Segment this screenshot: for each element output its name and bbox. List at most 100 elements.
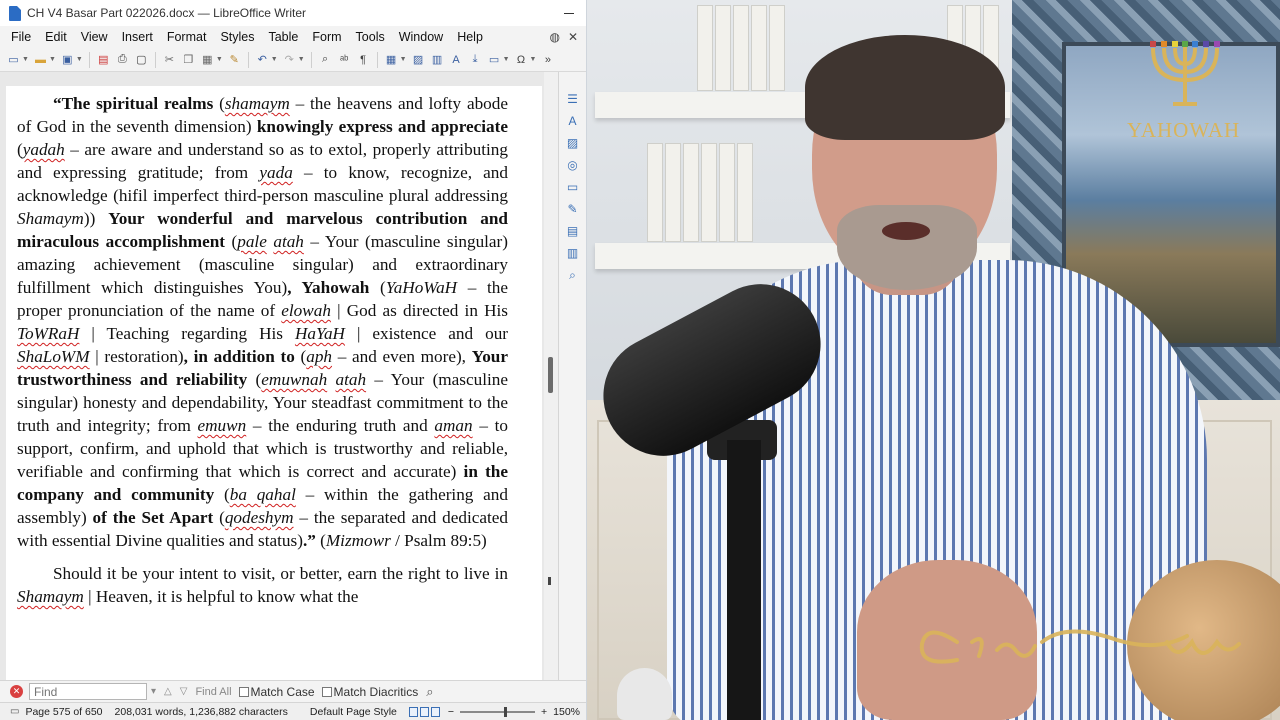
find-sidebar-icon[interactable]: ⌕ (565, 268, 580, 282)
find-replace-icon[interactable]: ⌕ (318, 52, 333, 67)
globe-icon[interactable]: ◍ (549, 30, 559, 44)
bold-phrase: “The spiritual realms (53, 94, 214, 113)
menu-help[interactable]: Help (450, 30, 490, 44)
chevron-down-icon[interactable]: ▼ (530, 56, 537, 63)
spelling-icon[interactable]: ᵃᵇ (337, 52, 352, 67)
document-page[interactable]: “The spiritual realms (shamaym – the hea… (6, 86, 542, 680)
page-style[interactable]: Default Page Style (304, 706, 403, 718)
close-icon[interactable]: ✕ (10, 685, 23, 698)
zoom-out-icon[interactable]: − (448, 706, 454, 718)
menu-file[interactable]: File (4, 30, 38, 44)
zoom-slider-knob[interactable] (504, 706, 508, 717)
vertical-scrollbar[interactable] (544, 72, 558, 680)
minimize-icon[interactable] (564, 12, 574, 14)
mic-stand (727, 440, 761, 720)
undo-icon[interactable]: ↶ (255, 52, 270, 67)
new-document-icon[interactable]: ▭ (6, 52, 21, 67)
menu-form[interactable]: Form (305, 30, 348, 44)
toolbar-separator (310, 51, 312, 68)
paragraph-psalm-quote[interactable]: “The spiritual realms (shamaym – the hea… (17, 92, 508, 552)
clone-formatting-icon[interactable]: ✎ (227, 52, 242, 67)
page-icon[interactable]: ▭ (565, 180, 580, 194)
match-diacritics-checkbox[interactable] (321, 686, 332, 697)
computer-mouse (617, 668, 672, 720)
toolbar-separator (88, 51, 90, 68)
multi-page-icon[interactable] (419, 706, 429, 717)
page-number[interactable]: Page 575 of 650 (19, 706, 108, 718)
view-layout-buttons[interactable] (408, 706, 440, 717)
book-box (733, 5, 749, 91)
find-next-icon[interactable]: ▽ (180, 686, 188, 697)
navigator-icon[interactable]: ◎ (565, 158, 580, 172)
menu-edit[interactable]: Edit (38, 30, 74, 44)
menu-view[interactable]: View (74, 30, 115, 44)
zoom-slider[interactable] (460, 706, 535, 717)
scrollbar-thumb[interactable] (548, 357, 553, 393)
book-view-icon[interactable] (430, 706, 440, 717)
redo-icon[interactable]: ↷ (282, 52, 297, 67)
paste-icon[interactable]: ▦ (200, 52, 215, 67)
match-case-checkbox[interactable] (238, 686, 249, 697)
chevron-down-icon[interactable]: ▼ (503, 56, 510, 63)
print-icon[interactable]: ⎙ (115, 52, 130, 67)
text-run: ( (224, 232, 238, 251)
document-text[interactable]: “The spiritual realms (shamaym – the hea… (17, 92, 508, 608)
zoom-level[interactable]: 150% (547, 706, 586, 718)
book-box (647, 143, 663, 242)
menu-window[interactable]: Window (392, 30, 450, 44)
formatting-marks-icon[interactable]: ¶ (356, 52, 371, 67)
chevron-down-icon[interactable]: ▼ (298, 56, 305, 63)
style-inspector-icon[interactable]: ✎ (565, 202, 580, 216)
chevron-down-icon[interactable]: ▼ (22, 56, 29, 63)
chevron-down-icon[interactable]: ▼ (216, 56, 223, 63)
chevron-down-icon[interactable]: ▼ (49, 56, 56, 63)
single-page-icon[interactable] (408, 706, 418, 717)
menu-format[interactable]: Format (160, 30, 214, 44)
insert-table-icon[interactable]: ▦ (384, 52, 399, 67)
page-break-icon[interactable]: ⤓ (468, 52, 483, 67)
document-canvas: “The spiritual realms (shamaym – the hea… (0, 72, 558, 680)
chevron-down-icon[interactable]: ▾ (151, 686, 156, 697)
copy-icon[interactable]: ❐ (181, 52, 196, 67)
save-icon[interactable]: ▣ (60, 52, 75, 67)
chevron-down-icon[interactable]: ▼ (76, 56, 83, 63)
book-box (719, 143, 735, 242)
word-count[interactable]: 208,031 words, 1,236,882 characters (109, 706, 294, 718)
menu-styles[interactable]: Styles (213, 30, 261, 44)
insert-textbox-icon[interactable]: A (449, 52, 464, 67)
find-all-button[interactable]: Find All (195, 686, 231, 698)
export-pdf-icon[interactable]: ▤ (96, 52, 111, 67)
print-preview-icon[interactable]: ▢ (134, 52, 149, 67)
menu-insert[interactable]: Insert (115, 30, 160, 44)
design-icon[interactable]: ▥ (565, 246, 580, 260)
insert-chart-icon[interactable]: ▥ (430, 52, 445, 67)
sidebar-deck: ☰ A ▨ ◎ ▭ ✎ ▤ ▥ ⌕ (558, 72, 586, 680)
writer-window: CH V4 Basar Part 022026.docx — LibreOffi… (0, 0, 586, 720)
toolbar-overflow-icon[interactable]: » (540, 52, 555, 67)
close-document-icon[interactable]: ✕ (568, 30, 578, 44)
insert-field-icon[interactable]: ▭ (487, 52, 502, 67)
book-box (769, 5, 785, 91)
find-previous-icon[interactable]: △ (164, 686, 172, 697)
find-input[interactable] (29, 683, 147, 700)
chevron-down-icon[interactable]: ▼ (271, 56, 278, 63)
open-folder-icon[interactable]: ▬ (33, 52, 48, 67)
gallery-icon[interactable]: ▨ (565, 136, 580, 150)
properties-icon[interactable]: ☰ (565, 92, 580, 106)
text-run: ( (247, 370, 262, 389)
transliteration: aman (434, 416, 473, 435)
manage-changes-icon[interactable]: ▤ (565, 224, 580, 238)
styles-icon[interactable]: A (565, 114, 580, 128)
find-replace-icon[interactable]: ⌕ (426, 684, 433, 700)
special-character-icon[interactable]: Ω (514, 52, 529, 67)
transliteration: YaHoWaH (385, 278, 458, 297)
insert-image-icon[interactable]: ▨ (411, 52, 426, 67)
match-case-label: Match Case (250, 684, 315, 699)
paragraph-visit-shamaym[interactable]: Should it be your intent to visit, or be… (17, 562, 508, 608)
webcam-video: YAHOWAH (587, 0, 1280, 720)
bold-phrase: , in addition to (183, 347, 295, 366)
menu-tools[interactable]: Tools (349, 30, 392, 44)
chevron-down-icon[interactable]: ▼ (400, 56, 407, 63)
menu-table[interactable]: Table (261, 30, 305, 44)
cut-icon[interactable]: ✂ (162, 52, 177, 67)
